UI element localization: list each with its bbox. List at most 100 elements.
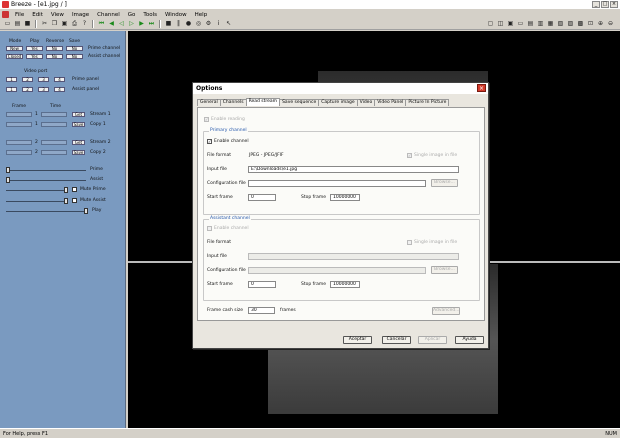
prime-reverse-button[interactable]: No [46, 46, 63, 51]
prime-port-4[interactable]: 4 [54, 77, 65, 82]
primary-start-frame-field[interactable]: 0 [248, 194, 276, 201]
assistant-config-file-field[interactable] [248, 267, 426, 274]
assistant-enable-checkbox[interactable] [207, 226, 212, 231]
step-forward-icon[interactable]: ▷ [127, 20, 136, 28]
first-frame-icon[interactable]: ⏮ [97, 20, 106, 28]
stop-icon[interactable]: ■ [164, 20, 173, 28]
menu-channel[interactable]: Channel [93, 12, 124, 18]
stream1-frame-field[interactable] [6, 112, 32, 117]
document-icon[interactable] [2, 11, 9, 18]
menu-image[interactable]: Image [68, 12, 93, 18]
cancel-button[interactable]: Cancelar [382, 336, 411, 344]
stream1-get-button[interactable]: Get [72, 112, 85, 117]
play-back-icon[interactable]: ◀ [107, 20, 116, 28]
menu-go[interactable]: Go [124, 12, 140, 18]
view-single-icon[interactable]: ▢ [486, 20, 495, 28]
cut-icon[interactable]: ✂ [40, 20, 49, 28]
prime-volume-track[interactable] [6, 190, 66, 191]
prime-port-3[interactable]: 3 [38, 77, 49, 82]
primary-browse-button[interactable]: Browse... [431, 179, 458, 187]
menu-help[interactable]: Help [191, 12, 212, 18]
copy1-time-field[interactable] [41, 122, 67, 127]
assist-slider-thumb[interactable] [6, 177, 10, 183]
arrow-icon[interactable]: ↖ [224, 20, 233, 28]
prime-slider-thumb[interactable] [6, 167, 10, 173]
stream2-get-button[interactable]: Get [72, 140, 85, 145]
assist-slider-track[interactable] [6, 180, 86, 181]
paste-icon[interactable]: ▣ [60, 20, 69, 28]
layout6-icon[interactable]: ▩ [576, 20, 585, 28]
prime-save-button[interactable]: No [66, 46, 83, 51]
copy1-save-button[interactable]: Save [72, 122, 85, 127]
assistant-stop-frame-field[interactable]: 10000000 [330, 281, 360, 288]
tab-save-sequence[interactable]: Save sequence [279, 99, 320, 106]
primary-stop-frame-field[interactable]: 10000000 [330, 194, 360, 201]
layout1-icon[interactable]: ▤ [526, 20, 535, 28]
menu-window[interactable]: Window [161, 12, 191, 18]
assist-save-button[interactable]: No [66, 54, 83, 59]
frame-cash-field[interactable]: 30 [248, 307, 275, 314]
play-icon[interactable]: ▶ [137, 20, 146, 28]
primary-input-file-field[interactable]: E:\Downloads\e1.jpg [248, 166, 459, 173]
primary-file-format-value[interactable]: JPEG - JPEG/JFIF [249, 153, 284, 158]
stream2-frame-field[interactable] [6, 140, 32, 145]
minimize-button[interactable]: _ [592, 1, 600, 8]
save-icon[interactable]: ■ [23, 20, 32, 28]
assist-port-3[interactable]: 3 [38, 87, 49, 92]
settings-icon[interactable]: ⚙ [204, 20, 213, 28]
menu-file[interactable]: File [11, 12, 28, 18]
play-speed-track[interactable] [6, 211, 86, 212]
copy1-frame-field[interactable] [6, 122, 32, 127]
layout2-icon[interactable]: ▥ [536, 20, 545, 28]
menu-edit[interactable]: Edit [28, 12, 47, 18]
fit-icon[interactable]: ⊡ [586, 20, 595, 28]
tab-video[interactable]: Video [356, 99, 376, 106]
assist-port-4[interactable]: 4 [54, 87, 65, 92]
stream1-time-field[interactable] [41, 112, 67, 117]
assist-volume-thumb[interactable] [64, 198, 68, 204]
assist-play-button[interactable]: Yes [26, 54, 43, 59]
info-icon[interactable]: i [214, 20, 223, 28]
prime-slider-track[interactable] [6, 170, 86, 171]
accept-button[interactable]: Aceptar [343, 336, 372, 344]
record-icon[interactable]: ● [184, 20, 193, 28]
layout5-icon[interactable]: ▨ [566, 20, 575, 28]
assistant-input-file-field[interactable] [248, 253, 459, 260]
help-icon[interactable]: ? [80, 20, 89, 28]
prime-port-2[interactable]: 2 [22, 77, 33, 82]
print-icon[interactable]: ⎙ [70, 20, 79, 28]
copy2-time-field[interactable] [41, 150, 67, 155]
new-file-icon[interactable]: ▭ [3, 20, 12, 28]
grab-icon[interactable]: ◎ [194, 20, 203, 28]
zoom-out-icon[interactable]: ⊖ [606, 20, 615, 28]
view-pip-icon[interactable]: ▣ [506, 20, 515, 28]
assistant-start-frame-field[interactable]: 0 [248, 281, 276, 288]
close-button[interactable]: × [610, 1, 618, 8]
tab-picture-in-picture[interactable]: Picture In Picture [405, 99, 450, 106]
copy2-save-button[interactable]: Save [72, 150, 85, 155]
help-button[interactable]: Ayuda [455, 336, 484, 344]
assistant-browse-button[interactable]: Browse... [431, 266, 458, 274]
step-back-icon[interactable]: ◁ [117, 20, 126, 28]
prime-mode-button[interactable]: New [6, 46, 23, 51]
prime-volume-thumb[interactable] [64, 187, 68, 193]
monitor-icon[interactable]: ▭ [516, 20, 525, 28]
prime-play-button[interactable]: Yes [26, 46, 43, 51]
copy2-frame-field[interactable] [6, 150, 32, 155]
view-split-icon[interactable]: ◫ [496, 20, 505, 28]
assistant-single-image-checkbox[interactable] [407, 240, 412, 245]
assist-reverse-button[interactable]: No [46, 54, 63, 59]
layout4-icon[interactable]: ▧ [556, 20, 565, 28]
advanced-button[interactable]: Advanced... [432, 307, 460, 315]
stream2-time-field[interactable] [41, 140, 67, 145]
tab-channels[interactable]: Channels [219, 99, 247, 106]
dialog-close-button[interactable]: × [477, 84, 486, 92]
assist-volume-track[interactable] [6, 201, 66, 202]
assist-mode-button[interactable]: Closed [6, 54, 23, 59]
mute-assist-checkbox[interactable] [72, 198, 77, 203]
tab-read-stream[interactable]: Read stream [245, 98, 281, 106]
zoom-in-icon[interactable]: ⊕ [596, 20, 605, 28]
tab-general[interactable]: General [197, 99, 221, 106]
assist-port-2[interactable]: 2 [22, 87, 33, 92]
copy-icon[interactable]: ❐ [50, 20, 59, 28]
